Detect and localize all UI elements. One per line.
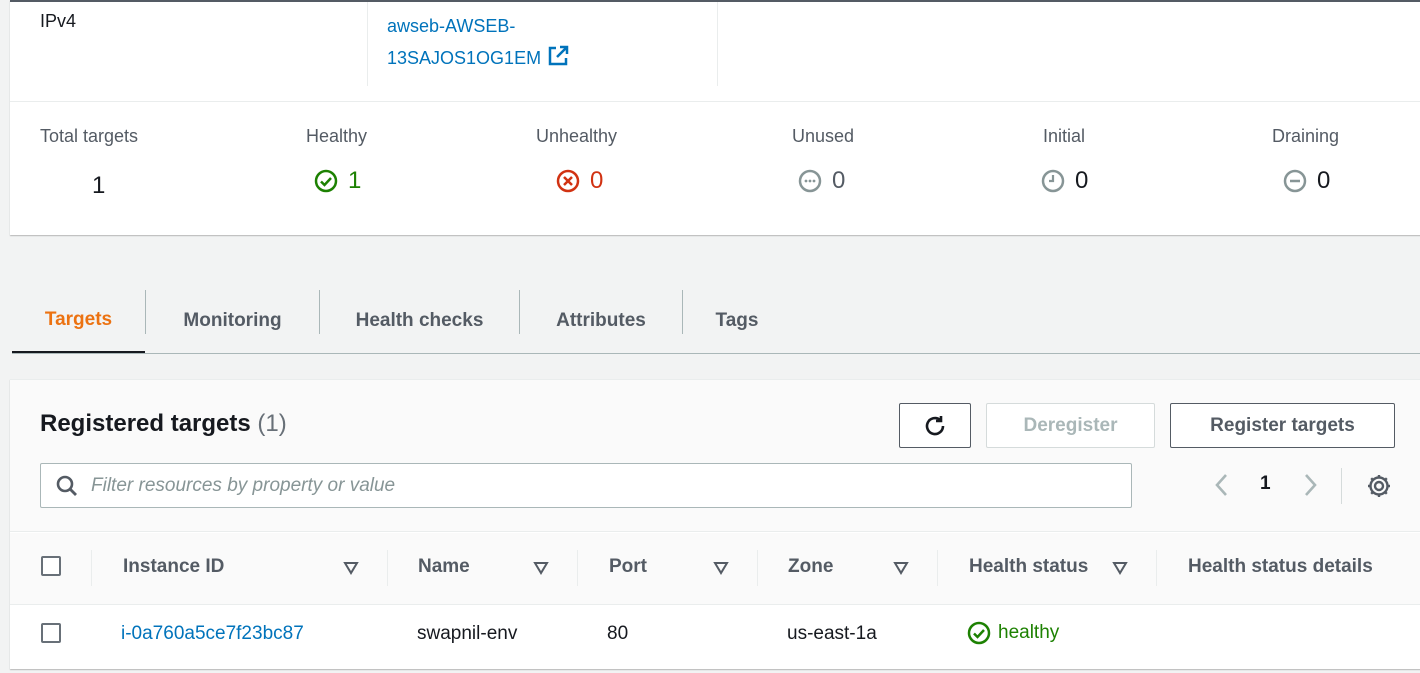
column-header-zone[interactable]: Zone <box>788 556 833 578</box>
column-separator <box>1156 550 1157 586</box>
column-header-health-status-details[interactable]: Health status details <box>1188 556 1373 578</box>
row-select-checkbox[interactable] <box>41 623 61 643</box>
filter-search-box <box>40 463 1132 508</box>
load-balancer-cell: awseb-AWSEB- 13SAJOS1OG1EM <box>367 2 718 86</box>
pager-separator <box>1341 468 1342 504</box>
select-all-checkbox[interactable] <box>41 556 61 576</box>
refresh-icon <box>925 415 945 435</box>
filter-input[interactable] <box>91 474 991 497</box>
tab-baseline <box>12 353 1420 354</box>
register-targets-button[interactable]: Register targets <box>1170 403 1395 448</box>
check-circle-icon <box>967 621 991 645</box>
draining-value: 0 <box>1317 167 1331 194</box>
total-targets-value: 1 <box>92 172 106 199</box>
draining-label: Draining <box>1272 126 1340 146</box>
column-separator <box>757 550 758 586</box>
check-circle-icon <box>314 169 338 193</box>
ellipsis-circle-icon <box>798 169 822 193</box>
registered-targets-panel: Registered targets (1) Deregister Regist… <box>10 379 1420 669</box>
current-page-number[interactable]: 1 <box>1260 473 1271 495</box>
draining-count: 0 <box>1283 167 1330 195</box>
refresh-button[interactable] <box>899 403 971 448</box>
table-header: Instance ID Name Port Zone Health status… <box>10 533 1420 605</box>
ip-address-type-value: IPv4 <box>40 11 77 31</box>
column-separator <box>387 550 388 586</box>
tab-monitoring[interactable]: Monitoring <box>146 288 319 354</box>
panel-header: Registered targets (1) Deregister Regist… <box>10 380 1420 532</box>
total-targets-label: Total targets <box>40 126 139 146</box>
target-group-details-card: IPv4 awseb-AWSEB- 13SAJOS1OG1EM Total tar… <box>10 0 1420 235</box>
zone-cell: us-east-1a <box>787 623 877 644</box>
health-status-text: healthy <box>998 622 1060 643</box>
healthy-label: Healthy <box>306 126 368 146</box>
previous-page-icon[interactable] <box>1212 472 1232 498</box>
x-circle-icon <box>556 169 580 193</box>
tab-attributes[interactable]: Attributes <box>520 288 682 354</box>
panel-title-text: Registered targets <box>40 410 251 437</box>
column-separator <box>577 550 578 586</box>
panel-title: Registered targets (1) <box>40 410 287 438</box>
column-header-health-status[interactable]: Health status <box>969 556 1088 578</box>
column-separator <box>937 550 938 586</box>
column-separator <box>91 550 92 586</box>
port-cell: 80 <box>607 623 629 644</box>
sort-caret-icon[interactable] <box>533 561 549 575</box>
column-header-instance-id[interactable]: Instance ID <box>123 556 224 578</box>
sort-caret-icon[interactable] <box>1112 561 1128 575</box>
card-divider <box>10 101 1420 102</box>
tab-targets[interactable]: Targets <box>12 288 145 354</box>
unused-value: 0 <box>832 167 846 194</box>
load-balancer-name-line1: awseb-AWSEB- <box>387 16 516 36</box>
unhealthy-value: 0 <box>590 167 604 194</box>
unused-count: 0 <box>798 167 845 195</box>
deregister-button[interactable]: Deregister <box>986 403 1155 448</box>
initial-count: 0 <box>1041 167 1088 195</box>
unused-label: Unused <box>792 126 855 146</box>
load-balancer-name-line2: 13SAJOS1OG1EM <box>387 48 542 68</box>
external-link-icon <box>548 45 569 66</box>
instance-id-cell: i-0a760a5ce7f23bc87 <box>121 623 304 645</box>
tab-health-checks[interactable]: Health checks <box>320 288 519 354</box>
sort-caret-icon[interactable] <box>893 561 909 575</box>
next-page-icon[interactable] <box>1300 472 1320 498</box>
health-status-cell: healthy <box>967 621 1059 645</box>
column-header-port[interactable]: Port <box>609 556 647 578</box>
unhealthy-count: 0 <box>556 167 603 195</box>
table-row: i-0a760a5ce7f23bc87 swapnil-env 80 us-ea… <box>10 605 1420 665</box>
instance-id-link[interactable]: i-0a760a5ce7f23bc87 <box>121 623 304 644</box>
sort-caret-icon[interactable] <box>343 561 359 575</box>
initial-value: 0 <box>1075 167 1089 194</box>
sort-caret-icon[interactable] <box>713 561 729 575</box>
tab-tags[interactable]: Tags <box>683 288 791 354</box>
healthy-count: 1 <box>314 167 361 195</box>
column-header-name[interactable]: Name <box>418 556 470 578</box>
gear-icon[interactable] <box>1365 472 1393 500</box>
search-icon <box>56 475 77 496</box>
load-balancer-link[interactable]: awseb-AWSEB- 13SAJOS1OG1EM <box>387 10 617 74</box>
clock-icon <box>1041 169 1065 193</box>
name-cell: swapnil-env <box>417 623 518 644</box>
tab-bar: Targets Monitoring Health checks Attribu… <box>12 288 1420 354</box>
panel-count: (1) <box>257 410 287 437</box>
healthy-value: 1 <box>348 167 362 194</box>
initial-label: Initial <box>1043 126 1086 146</box>
unhealthy-label: Unhealthy <box>536 126 618 146</box>
minus-circle-icon <box>1283 169 1307 193</box>
